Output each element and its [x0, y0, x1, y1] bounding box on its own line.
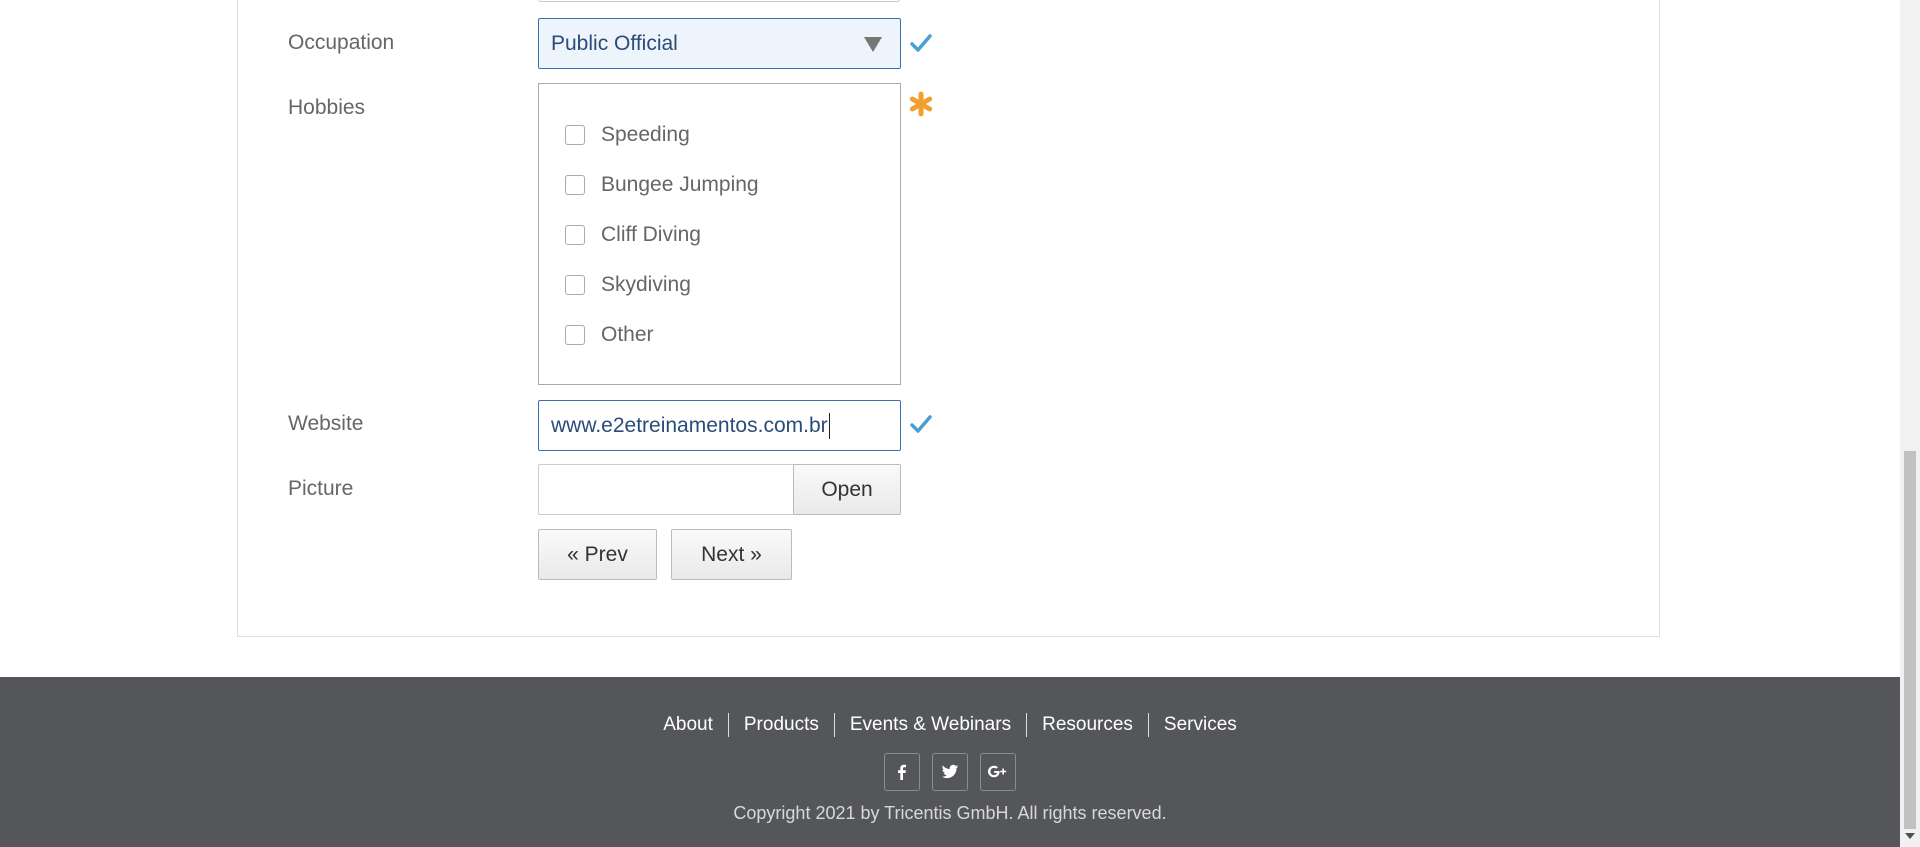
footer-link-resources[interactable]: Resources — [1027, 713, 1149, 737]
google-plus-button[interactable] — [980, 753, 1016, 791]
occupation-select[interactable]: Public Official — [538, 18, 901, 69]
text-caret — [828, 412, 830, 439]
website-input[interactable]: www.e2etreinamentos.com.br — [538, 400, 901, 451]
hobby-option-skydiving[interactable]: Skydiving — [565, 270, 691, 300]
social-links — [0, 753, 1900, 791]
hobbies-checkbox-group: Speeding Bungee Jumping Cliff Diving Sky… — [538, 83, 901, 385]
website-value: www.e2etreinamentos.com.br — [551, 413, 828, 437]
twitter-button[interactable] — [932, 753, 968, 791]
prev-button[interactable]: « Prev — [538, 529, 657, 580]
scrollbar-thumb[interactable] — [1904, 451, 1916, 829]
site-footer: About Products Events & Webinars Resourc… — [0, 677, 1900, 847]
valid-check-icon — [910, 415, 932, 433]
required-star-icon — [909, 91, 933, 117]
next-button[interactable]: Next » — [671, 529, 792, 580]
checkbox[interactable] — [565, 175, 585, 195]
hobby-label: Bungee Jumping — [601, 173, 759, 196]
hobby-option-cliff-diving[interactable]: Cliff Diving — [565, 220, 701, 250]
open-file-button[interactable]: Open — [793, 464, 901, 515]
google-plus-icon — [988, 765, 1007, 778]
picture-file-input[interactable] — [538, 464, 794, 515]
footer-link-events-webinars[interactable]: Events & Webinars — [835, 713, 1028, 737]
picture-label: Picture — [288, 477, 354, 500]
hobby-option-speeding[interactable]: Speeding — [565, 120, 690, 150]
checkbox[interactable] — [565, 275, 585, 295]
page-scrollbar[interactable] — [1900, 0, 1920, 847]
footer-link-services[interactable]: Services — [1149, 713, 1252, 737]
previous-field-edge — [538, 0, 900, 2]
scroll-down-arrow-icon[interactable] — [1905, 833, 1915, 839]
footer-nav: About Products Events & Webinars Resourc… — [0, 713, 1900, 737]
valid-check-icon — [910, 34, 932, 52]
checkbox[interactable] — [565, 325, 585, 345]
hobby-label: Other — [601, 323, 654, 346]
website-label: Website — [288, 412, 364, 435]
hobby-label: Skydiving — [601, 273, 691, 296]
hobby-option-other[interactable]: Other — [565, 320, 654, 350]
footer-link-about[interactable]: About — [648, 713, 729, 737]
twitter-icon — [941, 764, 959, 779]
occupation-label: Occupation — [288, 31, 395, 54]
copyright-text: Copyright 2021 by Tricentis GmbH. All ri… — [733, 803, 1167, 823]
facebook-button[interactable] — [884, 753, 920, 791]
form-panel — [237, 0, 1660, 637]
checkbox[interactable] — [565, 225, 585, 245]
facebook-icon — [898, 764, 906, 780]
hobby-label: Cliff Diving — [601, 223, 701, 246]
hobby-option-bungee-jumping[interactable]: Bungee Jumping — [565, 170, 759, 200]
occupation-selected-value: Public Official — [551, 31, 678, 55]
hobby-label: Speeding — [601, 123, 690, 146]
checkbox[interactable] — [565, 125, 585, 145]
footer-link-products[interactable]: Products — [729, 713, 835, 737]
hobbies-label: Hobbies — [288, 96, 366, 119]
dropdown-arrow-icon — [864, 37, 882, 52]
